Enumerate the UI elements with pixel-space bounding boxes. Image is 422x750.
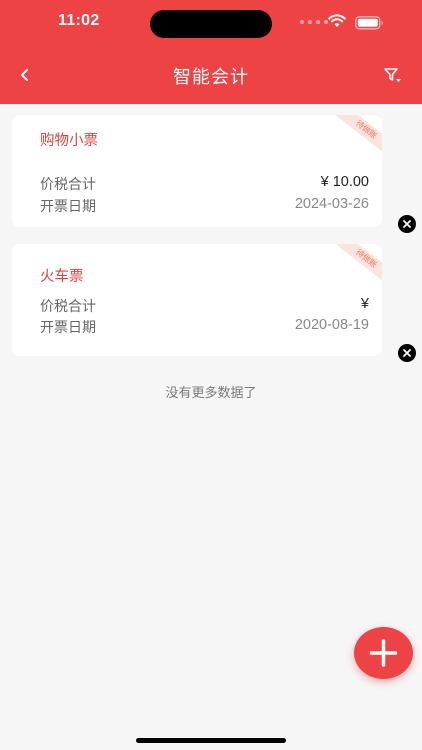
close-icon [403, 220, 411, 228]
tax-total-row: 价税合计 ¥ [40, 296, 369, 316]
tax-total-label: 价税合计 [40, 299, 96, 315]
invoice-date-value: 2024-03-26 [294, 196, 369, 212]
app-header: 11:02 智能会计 [0, 0, 422, 104]
page-title: 智能会计 [173, 67, 249, 88]
invoice-date-label: 开票日期 [40, 199, 96, 215]
status-badge: 待做账 [333, 115, 382, 158]
tax-total-row: 价税合计 ¥ 10.00 [40, 174, 369, 194]
filter-icon[interactable] [382, 64, 404, 86]
dynamic-island [150, 10, 272, 38]
invoice-title: 火车票 [40, 269, 84, 285]
home-indicator [136, 738, 286, 743]
status-badge: 待做账 [333, 244, 382, 287]
tax-total-label: 价税合计 [40, 177, 96, 193]
add-invoice-button[interactable] [354, 627, 413, 679]
invoice-date-row: 开票日期 2020-08-19 [40, 317, 369, 337]
delete-card-button[interactable] [398, 344, 416, 362]
invoice-card[interactable]: 待做账 火车票 价税合计 ¥ 开票日期 2020-08-19 [12, 244, 382, 356]
signal-icon [300, 20, 328, 24]
delete-card-button[interactable] [398, 215, 416, 233]
tax-total-value: ¥ 10.00 [320, 174, 369, 190]
invoice-card[interactable]: 待做账 购物小票 价税合计 ¥ 10.00 开票日期 2024-03-26 [12, 115, 382, 227]
invoice-date-row: 开票日期 2024-03-26 [40, 196, 369, 216]
status-time: 11:02 [58, 12, 100, 29]
invoice-date-label: 开票日期 [40, 320, 96, 336]
battery-icon [355, 16, 383, 30]
invoice-title: 购物小票 [40, 133, 98, 149]
close-icon [403, 349, 411, 357]
invoice-date-value: 2020-08-19 [294, 317, 369, 333]
plus-icon [369, 639, 398, 667]
tax-total-value: ¥ [360, 296, 369, 312]
list-end-message: 没有更多数据了 [165, 386, 257, 401]
wifi-icon [328, 14, 346, 27]
